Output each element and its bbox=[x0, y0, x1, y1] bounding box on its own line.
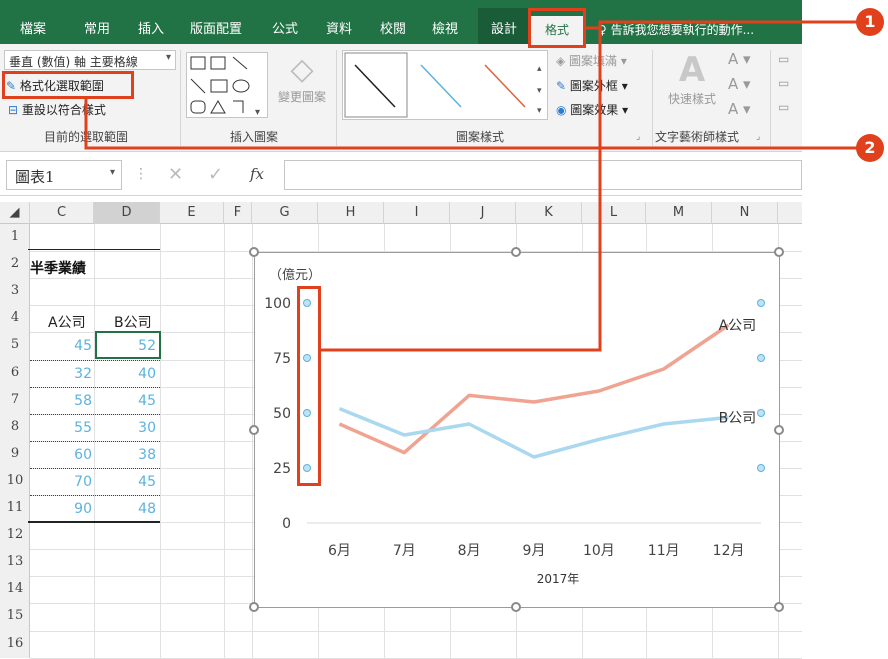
callout-badge-2: 2 bbox=[856, 134, 884, 162]
callout-leader-lines bbox=[84, 20, 858, 352]
callout-badge-1: 1 bbox=[856, 8, 884, 36]
